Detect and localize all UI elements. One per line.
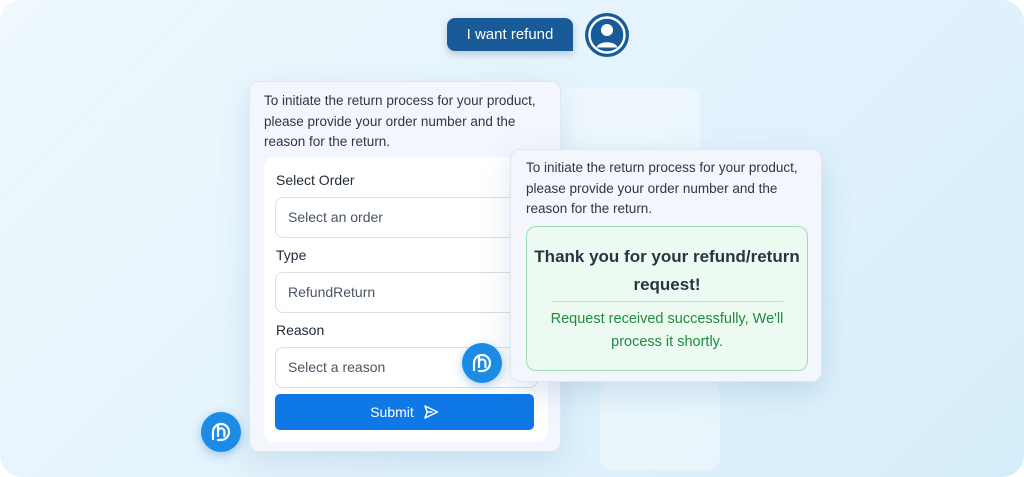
background-canvas: I want refund To initiate the return pro… <box>0 0 1024 477</box>
success-message-box: Thank you for your refund/return request… <box>526 226 808 371</box>
order-label: Select Order <box>276 172 355 188</box>
background-panel <box>555 88 700 158</box>
user-message-bubble: I want refund <box>447 18 573 51</box>
type-field[interactable]: RefundReturn <box>275 272 538 313</box>
user-message-text: I want refund <box>466 26 554 43</box>
success-subtitle: Request received successfully, We'll pro… <box>550 311 784 350</box>
background-panel <box>600 380 720 470</box>
reason-label: Reason <box>276 322 325 338</box>
return-request-form: Select Order Select an order Type Refund… <box>264 157 548 442</box>
bot-confirmation-card: To initiate the return process for your … <box>510 149 822 382</box>
user-avatar-icon <box>585 13 629 57</box>
bot-logo-icon <box>201 412 241 452</box>
submit-button[interactable]: Submit <box>275 394 534 430</box>
success-divider <box>551 301 783 302</box>
success-title: Thank you for your refund/return request… <box>534 247 800 294</box>
bot-message: To initiate the return process for your … <box>264 93 536 149</box>
bot-message: To initiate the return process for your … <box>526 160 798 216</box>
bot-logo-icon <box>462 343 502 383</box>
submit-label: Submit <box>370 404 414 420</box>
send-arrow-icon <box>423 404 439 420</box>
order-select[interactable]: Select an order <box>275 197 538 238</box>
type-label: Type <box>276 247 307 263</box>
